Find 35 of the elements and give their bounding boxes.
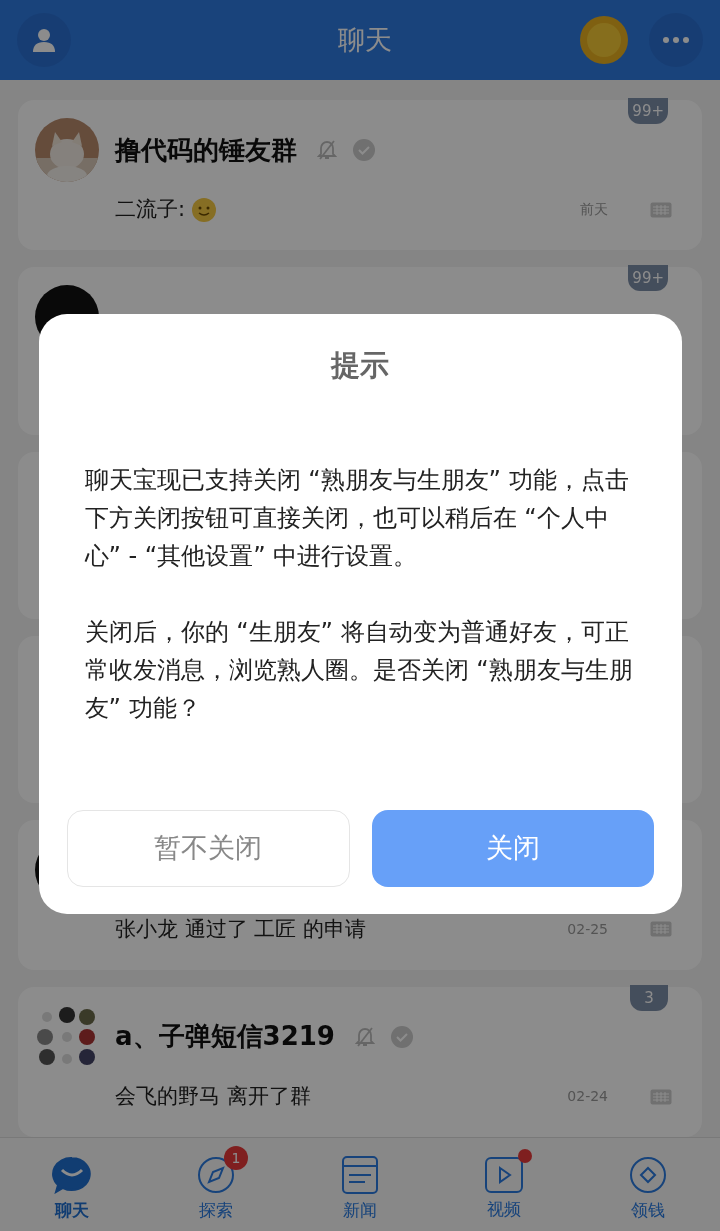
chat-bubble-icon [52, 1155, 92, 1194]
more-icon [663, 37, 689, 43]
nav-tab[interactable]: 探索 1 [174, 1145, 258, 1224]
newspaper-icon [342, 1155, 378, 1194]
unread-badge: 3 [630, 984, 668, 1011]
message-preview: 二流子: [115, 196, 186, 223]
person-icon [33, 28, 55, 52]
compass-icon [197, 1155, 235, 1194]
verified-icon [353, 139, 375, 161]
dialog-message: 聊天宝现已支持关闭 “熟朋友与生朋友” 功能，点击下方关闭按钮可直接关闭，也可以稍后在 “个人中心” - “其他设置” 中进行设置。 [84, 464, 630, 572]
message-preview: 张小龙 通过了 工匠 的申请 [115, 915, 367, 943]
coin-icon[interactable] [579, 15, 629, 65]
message-preview: 会飞的野马 离开了群 [115, 1082, 311, 1110]
chat-card[interactable]: 3 a、子弹短信3219 会飞的野马 离开了群 02-24 [18, 986, 702, 1137]
keyboard-icon[interactable] [650, 921, 672, 938]
page-title: 聊天 [337, 22, 393, 57]
unread-badge: 99+ [628, 265, 668, 292]
unread-badge: 99+ [628, 98, 668, 124]
cancel-button[interactable]: 暂不关闭 [66, 810, 350, 887]
nav-tab[interactable]: 视频 [462, 1146, 546, 1223]
confirm-button[interactable]: 关闭 [372, 810, 654, 887]
nav-tab[interactable]: 新闻 [318, 1145, 402, 1224]
verified-icon [390, 1025, 413, 1048]
nav-tab[interactable]: 聊天 [30, 1145, 114, 1224]
notification-badge: 1 [224, 1145, 248, 1170]
play-icon [485, 1156, 523, 1193]
chat-title: a、子弹短信3219 [115, 1020, 335, 1054]
keyboard-icon[interactable] [650, 1088, 672, 1105]
chat-title: 撸代码的锤友群 [115, 133, 297, 167]
dialog-title: 提示 [329, 347, 390, 384]
nav-tab[interactable]: 领钱 [606, 1145, 690, 1224]
message-time: 02-24 [567, 1087, 608, 1107]
keyboard-icon[interactable] [650, 201, 672, 218]
dialog-message: 关闭后，你的 “生朋友” 将自动变为普通好友，可正常收发消息，浏览熟人圈。是否关闭 “熟朋友与生朋友” 功能？ [84, 616, 634, 724]
message-time: 02-25 [567, 919, 608, 939]
